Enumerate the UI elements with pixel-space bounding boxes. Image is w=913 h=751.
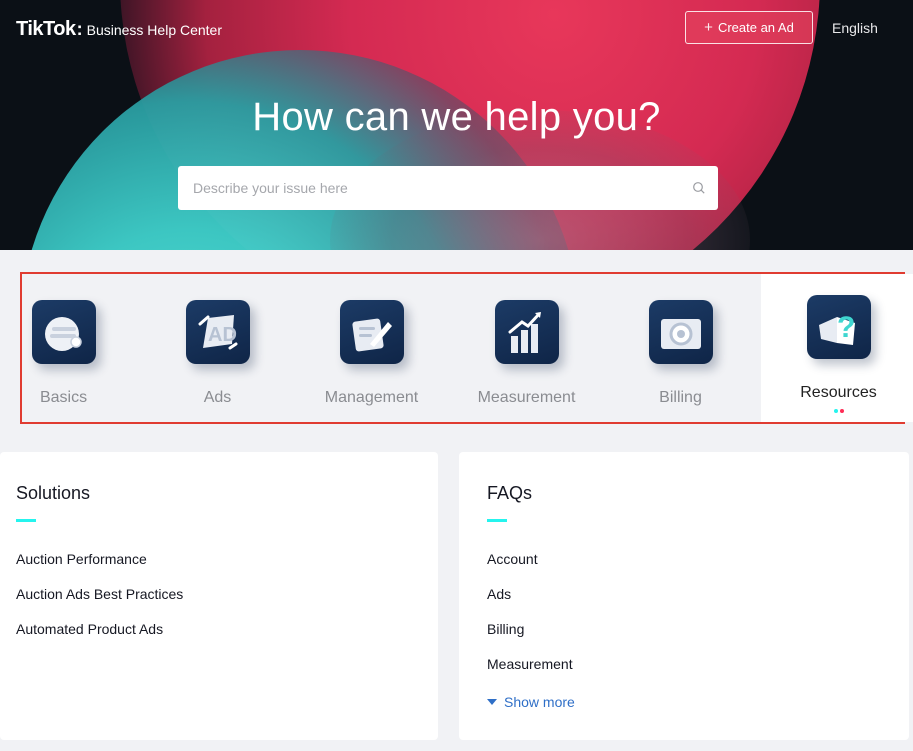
hero-banner: TikTok : Business Help Center + Create a… (0, 0, 913, 250)
title-underline (16, 519, 36, 522)
logo-wordmark: TikTok (16, 18, 76, 40)
create-ad-label: Create an Ad (717, 20, 794, 35)
list-item[interactable]: Auction Ads Best Practices (16, 586, 183, 621)
list-item[interactable]: Automated Product Ads (16, 621, 183, 656)
category-measurement[interactable]: Measurement (449, 274, 604, 422)
category-billing[interactable]: Billing (603, 274, 758, 422)
measurement-icon (494, 300, 559, 364)
show-more-link[interactable]: Show more (487, 694, 575, 710)
faqs-title: FAQs (487, 483, 533, 503)
solutions-panel: Solutions Auction Performance Auction Ads… (0, 452, 438, 740)
list-item[interactable]: Ads (487, 586, 573, 621)
category-ads[interactable]: AD Ads (140, 274, 295, 422)
search-bar[interactable] (178, 166, 718, 210)
category-nav: Basics AD Ads Management Measurement Bil… (20, 272, 913, 424)
search-input[interactable] (191, 179, 692, 197)
page-title: How can we help you? (252, 95, 661, 139)
faqs-panel: FAQs Account Ads Billing Measurement Show m… (459, 452, 909, 740)
list-item[interactable]: Measurement (487, 656, 573, 691)
logo-colon: : (76, 19, 83, 39)
title-underline (487, 519, 507, 522)
solutions-list: Auction Performance Auction Ads Best Prac… (16, 551, 183, 656)
search-icon[interactable] (692, 181, 706, 195)
list-item[interactable]: Account (487, 551, 573, 586)
resources-icon: ? (806, 295, 871, 359)
list-item[interactable]: Billing (487, 621, 573, 656)
tiktok-logo[interactable]: TikTok : Business Help Center (16, 18, 222, 41)
category-label: Resources (800, 384, 877, 401)
caret-down-icon (487, 699, 497, 705)
billing-icon (648, 300, 713, 364)
basics-icon (31, 300, 96, 364)
category-management[interactable]: Management (294, 274, 449, 422)
faqs-list: Account Ads Billing Measurement (487, 551, 573, 691)
ads-icon: AD (185, 300, 250, 364)
category-basics[interactable]: Basics (0, 274, 141, 422)
logo-subtitle: Business Help Center (86, 22, 223, 38)
solutions-title: Solutions (16, 483, 91, 503)
create-ad-button[interactable]: + Create an Ad (685, 11, 813, 44)
category-resources[interactable]: ? Resources (761, 274, 913, 422)
category-label: Management (324, 389, 419, 406)
management-icon (339, 300, 404, 364)
svg-text:?: ? (837, 311, 855, 344)
category-label: Measurement (477, 389, 576, 406)
active-indicator (833, 409, 844, 413)
plus-icon: + (704, 19, 713, 36)
category-label: Ads (203, 389, 232, 406)
list-item[interactable]: Auction Performance (16, 551, 183, 586)
category-label: Basics (39, 389, 88, 406)
language-selector[interactable]: English (832, 20, 878, 36)
show-more-label: Show more (504, 694, 575, 710)
svg-text:AD: AD (208, 324, 237, 346)
category-label: Billing (659, 389, 702, 406)
